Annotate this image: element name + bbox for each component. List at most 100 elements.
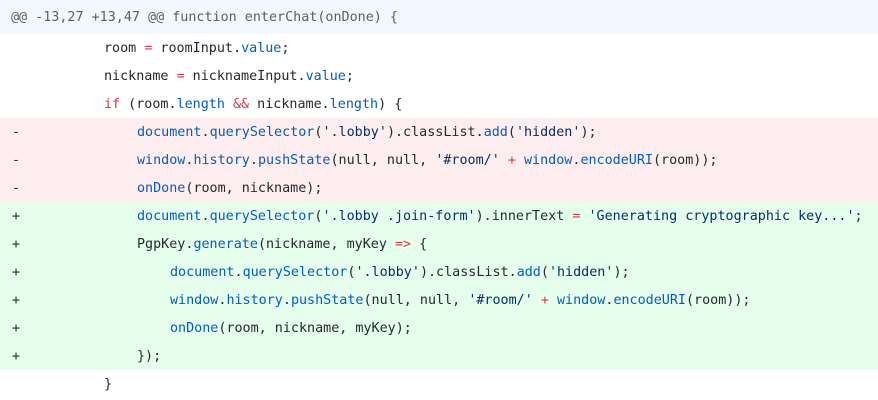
code-token: .	[218, 292, 227, 308]
diff-view: @@ -13,27 +13,47 @@ function enterChat(o…	[0, 0, 878, 398]
code-token: (nickname, myKey	[257, 236, 395, 252]
code-token: nicknameInput.	[184, 68, 306, 84]
code-token: window	[557, 292, 606, 308]
code-token: add	[516, 264, 541, 280]
code-token: length	[329, 96, 379, 112]
code-token: length	[176, 96, 225, 112]
code-token: '#room/'	[435, 152, 500, 168]
code-text: if (room. length && nickname. length) {	[104, 90, 402, 118]
added-line: + document. querySelector('.lobby .join-fo…	[0, 202, 878, 230]
code-token: &&	[233, 96, 250, 112]
code-token: document	[137, 208, 202, 224]
diff-marker: -	[12, 124, 21, 140]
diff-marker: -	[12, 152, 21, 168]
code-token: .	[201, 124, 210, 140]
code-token: encodeURI	[580, 152, 653, 168]
code-token: ;	[345, 68, 354, 84]
diff-lines: room = roomInput. value; nickname = nickna…	[0, 34, 878, 398]
code-token: .	[185, 152, 194, 168]
context-line: if (room. length && nickname. length) {	[0, 90, 878, 118]
deleted-line: - onDone (room, nickname);	[0, 174, 878, 202]
code-token: });	[137, 348, 162, 364]
code-token: .	[234, 264, 243, 280]
code-token: (	[540, 264, 549, 280]
code-token: history	[226, 292, 283, 308]
code-token: (room, nickname, myKey);	[218, 320, 412, 336]
diff-marker: +	[12, 264, 21, 280]
code-text: });	[137, 342, 161, 370]
code-token: window	[524, 152, 573, 168]
code-token: (room));	[653, 152, 718, 168]
code-token: add	[483, 124, 508, 140]
code-text: window. history. pushState (null, null, '#r…	[137, 146, 718, 174]
code-text: document. querySelector('.lobby .join-for…	[137, 202, 863, 230]
code-token: document	[137, 124, 202, 140]
code-token: ;	[854, 208, 863, 224]
code-text: nickname = nicknameInput. value;	[104, 62, 354, 90]
code-token: '.lobby'	[355, 264, 420, 280]
added-line: +});	[0, 342, 878, 370]
code-token: value	[241, 40, 282, 56]
code-text: }	[104, 370, 112, 398]
code-token: (room, nickname);	[185, 180, 323, 196]
diff-marker: +	[12, 348, 21, 364]
code-token: querySelector	[209, 124, 315, 140]
added-line: + document. querySelector('.lobby').classL…	[0, 258, 878, 286]
deleted-line: - window. history. pushState (null, null, '#…	[0, 146, 878, 174]
code-token: ).classList.	[419, 264, 517, 280]
added-line: + onDone (room, nickname, myKey);	[0, 314, 878, 342]
code-token: ).innerText	[475, 208, 573, 224]
diff-marker: -	[12, 180, 21, 196]
code-token: ).classList.	[386, 124, 484, 140]
code-token: generate	[193, 236, 258, 252]
code-token: 'hidden'	[548, 264, 614, 280]
deleted-line: - document. querySelector('.lobby').classL…	[0, 118, 878, 146]
context-line: nickname = nicknameInput. value;	[0, 62, 878, 90]
code-token: (	[314, 124, 323, 140]
code-token: ;	[281, 40, 290, 56]
added-line: + window. history. pushState (null, null, '#…	[0, 286, 878, 314]
code-token: }	[104, 376, 113, 392]
code-token: .	[249, 152, 258, 168]
code-token: (room));	[686, 292, 751, 308]
code-token: querySelector	[242, 264, 348, 280]
code-token: querySelector	[209, 208, 315, 224]
code-token: .	[201, 208, 210, 224]
code-token: nickname	[104, 68, 177, 84]
code-text: onDone (room, nickname, myKey);	[170, 314, 412, 342]
code-token: =	[176, 68, 185, 84]
code-token: ) {	[378, 96, 403, 112]
code-token: .	[605, 292, 614, 308]
code-token: nickname.	[249, 96, 330, 112]
code-token: 'hidden'	[515, 124, 581, 140]
code-token: room	[104, 40, 145, 56]
code-token: (	[507, 124, 516, 140]
code-token: window	[137, 152, 186, 168]
context-line: }	[0, 370, 878, 398]
code-token: .	[282, 292, 291, 308]
code-token: .	[572, 152, 581, 168]
code-token: encodeURI	[613, 292, 686, 308]
code-text: PgpKey. generate (nickname, myKey => {	[137, 230, 427, 258]
hunk-header[interactable]: @@ -13,27 +13,47 @@ function enterChat(o…	[0, 0, 878, 34]
code-token: );	[580, 124, 597, 140]
code-token: if	[104, 96, 121, 112]
code-token: (null, null,	[330, 152, 436, 168]
code-text: window. history. pushState (null, null, '#r…	[170, 286, 751, 314]
code-token: (	[314, 208, 323, 224]
code-token: window	[170, 292, 219, 308]
code-token: =	[572, 208, 581, 224]
code-token: );	[613, 264, 630, 280]
diff-marker: +	[12, 292, 21, 308]
diff-marker: +	[12, 236, 21, 252]
code-token: onDone	[170, 320, 219, 336]
code-token: history	[193, 152, 250, 168]
code-token: (room.	[120, 96, 177, 112]
code-token: =>	[395, 236, 412, 252]
code-token: roomInput.	[152, 40, 242, 56]
